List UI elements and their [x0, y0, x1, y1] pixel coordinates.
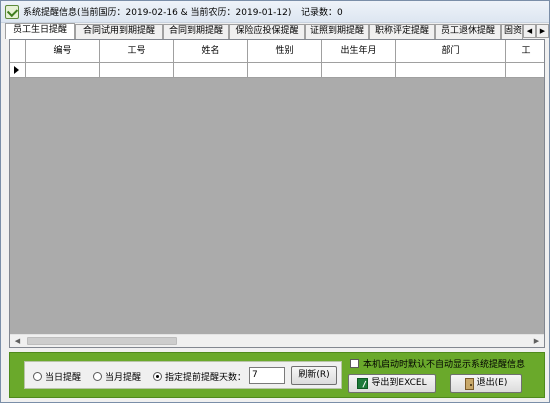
startup-checkbox[interactable]: 本机启动时默认不自动显示系统提醒信息: [350, 357, 525, 370]
startup-checkbox-box[interactable]: [350, 359, 359, 368]
radio-days-circle[interactable]: [153, 372, 162, 381]
radio-today[interactable]: 当日提醒: [33, 370, 81, 383]
current-row-icon: [14, 66, 19, 74]
startup-checkbox-label: 本机启动时默认不自动显示系统提醒信息: [363, 360, 526, 370]
column-header-partial[interactable]: 工: [506, 40, 544, 62]
export-excel-label: 导出到EXCEL: [371, 378, 427, 388]
column-header-birth-date[interactable]: 出生年月: [322, 40, 396, 62]
table-cell[interactable]: [248, 63, 322, 77]
row-header-cell[interactable]: [10, 63, 26, 77]
radio-days[interactable]: 指定提前提醒天数：: [153, 370, 246, 383]
reminder-window: 系统提醒信息(当前国历：2019-02-16 & 当前农历：2019-01-12…: [0, 0, 550, 403]
table-cell[interactable]: [506, 63, 544, 77]
tab-probation-expiry[interactable]: 合同试用到期提醒: [75, 24, 163, 39]
scroll-right-icon[interactable]: ▶: [529, 335, 544, 347]
radio-today-circle[interactable]: [33, 372, 42, 381]
bottom-panel: 当日提醒 当月提醒 指定提前提醒天数： 7 刷新(R) 本机启动时默认不自动显示…: [9, 352, 545, 398]
tab-scroll-arrows: ◀ ▶: [523, 24, 549, 38]
table-cell[interactable]: [322, 63, 396, 77]
radio-month-label: 当月提醒: [105, 373, 142, 383]
radio-month[interactable]: 当月提醒: [93, 370, 141, 383]
reminder-options: 当日提醒 当月提醒 指定提前提醒天数： 7 刷新(R): [24, 361, 342, 389]
tab-birthday[interactable]: 员工生日提醒: [5, 23, 75, 39]
radio-month-circle[interactable]: [93, 372, 102, 381]
refresh-button[interactable]: 刷新(R): [291, 366, 337, 385]
column-header-gender[interactable]: 性别: [248, 40, 322, 62]
tab-insurance[interactable]: 保险应投保提醒: [229, 24, 305, 39]
tab-retirement[interactable]: 员工退休提醒: [435, 24, 501, 39]
radio-days-label: 指定提前提醒天数：: [165, 373, 247, 383]
column-header-name[interactable]: 姓名: [174, 40, 248, 62]
column-header-id[interactable]: 编号: [26, 40, 100, 62]
title-bar[interactable]: 系统提醒信息(当前国历：2019-02-16 & 当前农历：2019-01-12…: [1, 1, 549, 23]
tab-fixed-assets[interactable]: 固资: [501, 24, 523, 39]
excel-icon: [357, 378, 369, 389]
reminder-grid[interactable]: 编号 工号 姓名 性别 出生年月 部门 工 ◀ ▶: [9, 39, 545, 348]
table-cell[interactable]: [396, 63, 506, 77]
tab-strip: 员工生日提醒 合同试用到期提醒 合同到期提醒 保险应投保提醒 证照到期提醒 职称…: [5, 23, 549, 39]
record-count: 记录数：0: [301, 8, 343, 18]
arrow-left-icon[interactable]: ◀: [523, 24, 536, 38]
days-input[interactable]: 7: [249, 367, 285, 384]
radio-today-label: 当日提醒: [45, 373, 82, 383]
column-header-employee-no[interactable]: 工号: [100, 40, 174, 62]
column-header-department[interactable]: 部门: [396, 40, 506, 62]
scroll-left-icon[interactable]: ◀: [10, 335, 25, 347]
app-icon: [5, 5, 19, 19]
tab-title-evaluation[interactable]: 职称评定提醒: [369, 24, 435, 39]
exit-door-icon: [464, 377, 474, 390]
tab-contract-expiry[interactable]: 合同到期提醒: [163, 24, 229, 39]
exit-label: 退出(E): [476, 378, 508, 388]
table-cell[interactable]: [100, 63, 174, 77]
row-header-column: [10, 40, 26, 62]
table-row[interactable]: [10, 63, 544, 78]
table-cell[interactable]: [26, 63, 100, 77]
arrow-right-icon[interactable]: ▶: [536, 24, 549, 38]
table-cell[interactable]: [174, 63, 248, 77]
scrollbar-thumb[interactable]: [27, 337, 177, 345]
tab-license-expiry[interactable]: 证照到期提醒: [305, 24, 369, 39]
grid-header: 编号 工号 姓名 性别 出生年月 部门 工: [10, 40, 544, 63]
export-excel-button[interactable]: 导出到EXCEL: [348, 374, 436, 393]
horizontal-scrollbar[interactable]: ◀ ▶: [10, 334, 544, 347]
exit-button[interactable]: 退出(E): [450, 374, 522, 393]
window-title: 系统提醒信息(当前国历：2019-02-16 & 当前农历：2019-01-12…: [23, 8, 292, 18]
